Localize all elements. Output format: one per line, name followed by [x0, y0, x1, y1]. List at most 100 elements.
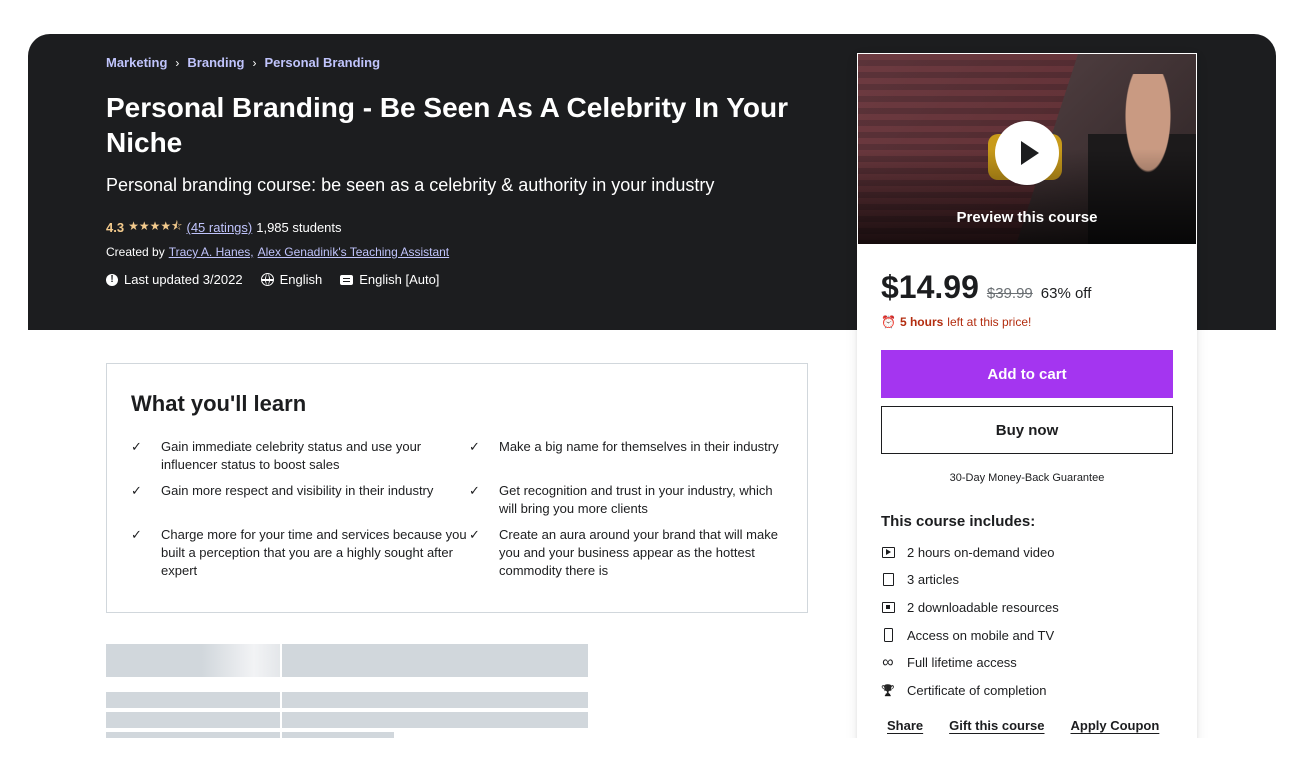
loading-placeholder	[106, 692, 280, 708]
includes-item-text: 3 articles	[907, 572, 960, 588]
download-icon-wrap	[881, 601, 895, 613]
globe-icon	[260, 273, 274, 286]
captions-text: English [Auto]	[359, 272, 440, 287]
price-row: $14.99 $39.99 63% off	[881, 269, 1091, 306]
learn-list: ✓ Gain immediate celebrity status and us…	[131, 438, 791, 580]
video-icon-wrap	[881, 546, 895, 558]
purchase-card: Preview this course $14.99 $39.99 63% of…	[857, 53, 1197, 738]
learn-item: ✓ Get recognition and trust in your indu…	[469, 482, 789, 518]
mobile-icon-wrap	[881, 628, 895, 643]
learn-item: ✓ Charge more for your time and services…	[131, 526, 469, 580]
money-back-guarantee: 30-Day Money-Back Guarantee	[949, 472, 1105, 484]
breadcrumb-item-marketing[interactable]: Marketing	[106, 55, 167, 70]
instructor-link-alex[interactable]: Alex Genadinik's Teaching Assistant	[258, 245, 450, 259]
timer-text: left at this price!	[947, 315, 1032, 329]
what-youll-learn-box: What you'll learn ✓ Gain immediate celeb…	[106, 363, 808, 613]
chevron-right-icon: ›	[175, 55, 180, 70]
course-meta-row: ! Last updated 3/2022 English English [A…	[106, 272, 439, 287]
original-price: $39.99	[986, 285, 1033, 302]
page-frame: Marketing › Branding › Personal Branding…	[28, 34, 1276, 738]
rating-value: 4.3	[106, 220, 125, 235]
includes-item: 2 hours on-demand video	[881, 543, 1059, 562]
current-price: $14.99	[881, 269, 979, 305]
check-icon: ✓	[131, 527, 142, 542]
includes-item-text: Certificate of completion	[907, 682, 1047, 698]
star-rating-icon: ★★★★⯪	[128, 219, 183, 233]
infinity-icon: ∞	[882, 653, 894, 671]
includes-item-text: Full lifetime access	[907, 655, 1017, 671]
check-icon: ✓	[469, 527, 480, 542]
card-links: Share Gift this course Apply Coupon	[887, 718, 1159, 733]
check-icon: ✓	[469, 439, 480, 454]
captions-icon	[340, 274, 354, 285]
discount-percent: 63% off	[1040, 285, 1092, 302]
loading-placeholder	[282, 712, 588, 728]
loading-placeholder	[282, 692, 588, 708]
check-icon: ✓	[131, 483, 142, 498]
loading-placeholder	[106, 644, 280, 677]
video-icon	[881, 546, 895, 558]
loading-placeholder	[106, 712, 280, 728]
includes-item: ∞ Full lifetime access	[881, 653, 1059, 672]
chevron-right-icon: ›	[252, 55, 257, 70]
student-count: 1,985 students	[256, 220, 342, 235]
add-to-cart-button[interactable]: Add to cart	[881, 350, 1173, 398]
course-subtitle: Personal branding course: be seen as a c…	[106, 175, 715, 195]
preview-label: Preview this course	[956, 209, 1098, 226]
file-icon	[882, 573, 894, 587]
course-preview-video[interactable]: Preview this course	[858, 54, 1196, 244]
trophy-icon: 🏆	[881, 684, 895, 697]
breadcrumb: Marketing › Branding › Personal Branding	[106, 55, 380, 70]
ratings-count-link[interactable]: (45 ratings)	[186, 220, 252, 235]
learn-item-text: Gain immediate celebrity status and use …	[161, 439, 422, 472]
share-link[interactable]: Share	[887, 718, 923, 733]
includes-item: Access on mobile and TV	[881, 626, 1059, 645]
breadcrumb-item-personal-branding[interactable]: Personal Branding	[264, 55, 380, 70]
rating-row: 4.3 ★★★★⯪ (45 ratings) 1,985 students	[106, 217, 342, 238]
buy-now-button[interactable]: Buy now	[881, 406, 1173, 454]
price-timer: ⏰ 5 hours left at this price!	[881, 315, 1031, 329]
loading-placeholder	[282, 732, 394, 738]
learn-item: ✓ Make a big name for themselves in thei…	[469, 438, 789, 474]
play-icon[interactable]	[995, 121, 1059, 185]
apply-coupon-link[interactable]: Apply Coupon	[1071, 718, 1160, 733]
learn-item-text: Create an aura around your brand that wi…	[499, 527, 778, 578]
learn-item-text: Make a big name for themselves in their …	[499, 439, 779, 454]
check-icon: ✓	[469, 483, 480, 498]
instructor-link-tracy[interactable]: Tracy A. Hanes,	[169, 245, 254, 259]
course-captions: English [Auto]	[340, 272, 439, 287]
includes-item: 3 articles	[881, 571, 1059, 590]
check-icon: ✓	[131, 439, 142, 454]
includes-title: This course includes:	[881, 513, 1036, 530]
alarm-clock-icon: ⏰	[881, 315, 896, 329]
learn-item-text: Charge more for your time and services b…	[161, 527, 467, 578]
alert-badge-icon: !	[106, 273, 118, 286]
loading-placeholder	[106, 732, 280, 738]
learn-heading: What you'll learn	[131, 391, 307, 416]
download-icon	[881, 601, 895, 613]
includes-item: 2 downloadable resources	[881, 598, 1059, 617]
gift-course-link[interactable]: Gift this course	[949, 718, 1044, 733]
created-by-label: Created by	[106, 245, 165, 259]
includes-item-text: 2 downloadable resources	[907, 599, 1059, 615]
learn-item: ✓ Gain immediate celebrity status and us…	[131, 438, 469, 474]
created-by-row: Created by Tracy A. Hanes, Alex Genadini…	[106, 245, 449, 259]
last-updated-text: Last updated 3/2022	[124, 272, 243, 287]
timer-hours: 5 hours	[899, 315, 944, 329]
learn-item-text: Get recognition and trust in your indust…	[499, 483, 773, 516]
course-title: Personal Branding - Be Seen As A Celebri…	[106, 92, 789, 158]
includes-item-text: 2 hours on-demand video	[907, 544, 1055, 560]
language-text: English	[279, 272, 323, 287]
includes-list: 2 hours on-demand video 3 articles 2 dow…	[881, 543, 1059, 700]
learn-item: ✓ Create an aura around your brand that …	[469, 526, 789, 580]
learn-item: ✓ Gain more respect and visibility in th…	[131, 482, 469, 518]
last-updated: ! Last updated 3/2022	[106, 272, 243, 287]
learn-item-text: Gain more respect and visibility in thei…	[161, 483, 434, 498]
mobile-icon	[883, 628, 893, 643]
file-icon-wrap	[881, 573, 895, 587]
loading-placeholder	[282, 644, 588, 677]
course-language: English	[260, 272, 323, 287]
includes-item: 🏆 Certificate of completion	[881, 681, 1059, 700]
breadcrumb-item-branding[interactable]: Branding	[187, 55, 244, 70]
includes-item-text: Access on mobile and TV	[907, 627, 1055, 643]
